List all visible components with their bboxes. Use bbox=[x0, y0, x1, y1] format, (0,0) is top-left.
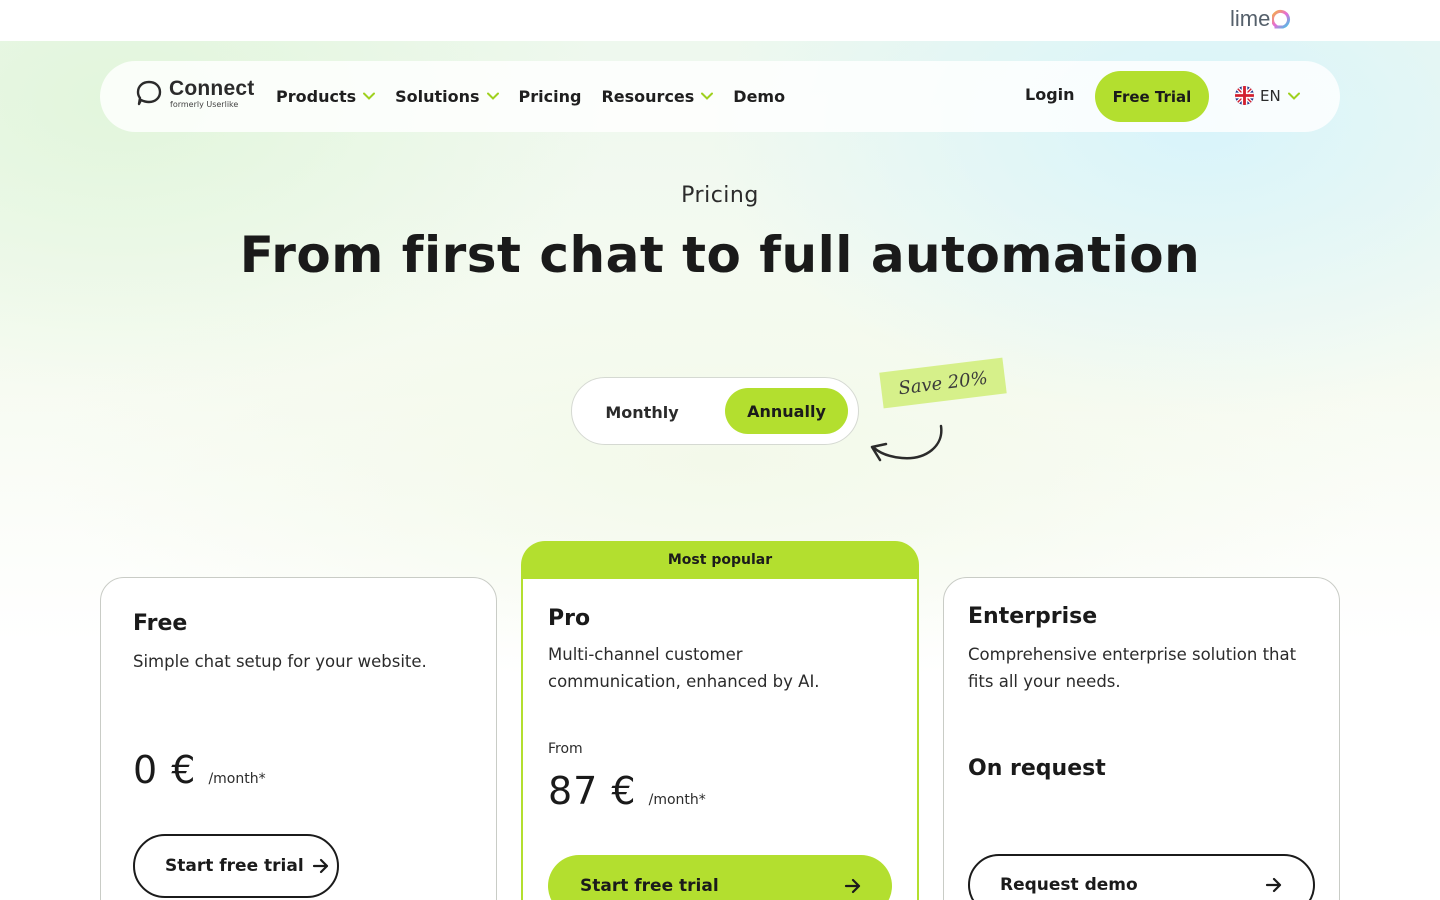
nav-item-label: Demo bbox=[733, 86, 786, 106]
free-trial-button[interactable]: Free Trial bbox=[1095, 71, 1209, 122]
nav-item-label: Solutions bbox=[395, 86, 480, 106]
plan-price-on-request: On request bbox=[968, 756, 1106, 781]
plan-card-free: Free Simple chat setup for your website.… bbox=[100, 577, 497, 900]
most-popular-badge: Most popular bbox=[667, 552, 773, 568]
nav-menu: Products Solutions Pricing Resources Dem… bbox=[276, 85, 805, 107]
billing-toggle: Monthly Annually bbox=[571, 377, 859, 445]
price-value: 87 € bbox=[548, 769, 637, 813]
arrow-right-icon bbox=[844, 878, 861, 894]
toggle-monthly[interactable]: Monthly bbox=[588, 389, 696, 435]
price-unit: /month* bbox=[208, 771, 266, 787]
start-free-trial-button[interactable]: Start free trial bbox=[133, 834, 339, 898]
lime-logo[interactable]: lime bbox=[1230, 6, 1294, 32]
nav-item-products[interactable]: Products bbox=[276, 85, 376, 107]
button-label: Request demo bbox=[1000, 875, 1138, 895]
language-label: EN bbox=[1260, 86, 1281, 105]
plan-description-line1: Multi-channel customer bbox=[548, 645, 743, 664]
plan-price: 87 € /month* bbox=[548, 769, 706, 813]
toggle-annually[interactable]: Annually bbox=[725, 388, 848, 434]
plan-name: Enterprise bbox=[968, 604, 1098, 629]
chevron-down-icon bbox=[1287, 92, 1300, 100]
plan-description: Simple chat setup for your website. bbox=[133, 652, 427, 671]
plan-description-line1: Comprehensive enterprise solution that bbox=[968, 645, 1297, 664]
plan-name: Free bbox=[133, 611, 188, 636]
login-link[interactable]: Login bbox=[1025, 85, 1075, 104]
plan-name: Pro bbox=[548, 606, 591, 631]
chevron-down-icon bbox=[363, 92, 376, 100]
price-prefix: From bbox=[548, 741, 583, 757]
plan-card-pro: Most popular Pro Multi-channel customer … bbox=[521, 541, 919, 900]
arrow-right-icon bbox=[312, 858, 328, 874]
plan-card-pro-body: Pro Multi-channel customer communication… bbox=[523, 579, 917, 900]
connect-logo[interactable]: Connect formerly Userlike bbox=[136, 78, 254, 110]
price-value: 0 € bbox=[133, 748, 197, 792]
top-bar: lime bbox=[0, 0, 1440, 41]
nav-item-label: Resources bbox=[601, 86, 695, 106]
nav-item-solutions[interactable]: Solutions bbox=[395, 85, 499, 107]
plan-description-line2: communication, enhanced by AI. bbox=[548, 672, 820, 691]
nav-item-demo[interactable]: Demo bbox=[733, 85, 785, 107]
start-free-trial-button[interactable]: Start free trial bbox=[548, 855, 892, 900]
chevron-down-icon bbox=[486, 92, 499, 100]
brand-name: Connect bbox=[169, 77, 255, 100]
uk-flag-icon bbox=[1235, 86, 1254, 105]
nav-item-label: Pricing bbox=[518, 86, 582, 106]
lime-logo-text: lime bbox=[1230, 6, 1271, 31]
request-demo-button[interactable]: Request demo bbox=[968, 854, 1315, 900]
page-title: From first chat to full automation bbox=[239, 226, 1201, 284]
chevron-down-icon bbox=[701, 92, 714, 100]
price-unit: /month* bbox=[648, 792, 706, 808]
nav-item-pricing[interactable]: Pricing bbox=[519, 85, 582, 107]
chat-bubble-icon bbox=[136, 80, 162, 106]
plan-description-line2: fits all your needs. bbox=[968, 672, 1121, 691]
main-navigation: Connect formerly Userlike Products Solut… bbox=[100, 61, 1340, 132]
lime-ring-icon bbox=[1272, 9, 1291, 29]
arrow-right-icon bbox=[1265, 877, 1282, 893]
button-label: Start free trial bbox=[165, 856, 304, 876]
nav-item-resources[interactable]: Resources bbox=[601, 85, 714, 107]
brand-subtitle: formerly Userlike bbox=[170, 100, 239, 109]
language-selector[interactable]: EN bbox=[1235, 86, 1300, 105]
button-label: Start free trial bbox=[580, 876, 719, 896]
curved-arrow-icon bbox=[870, 424, 943, 462]
page-eyebrow: Pricing bbox=[681, 183, 759, 208]
plan-price: 0 € /month* bbox=[133, 748, 266, 792]
plan-card-enterprise: Enterprise Comprehensive enterprise solu… bbox=[943, 577, 1340, 900]
nav-item-label: Products bbox=[276, 86, 357, 106]
